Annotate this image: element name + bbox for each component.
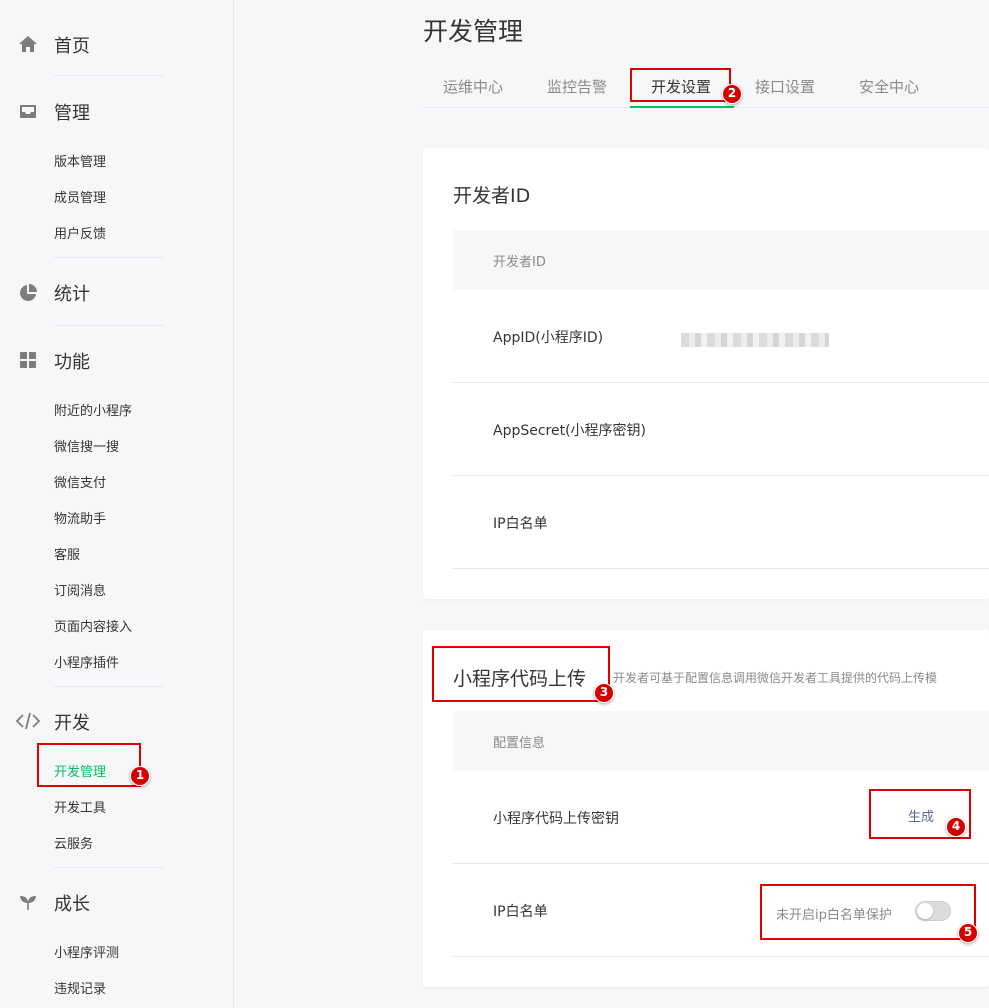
sidebar-item-logistics[interactable]: 物流助手 [54,508,106,527]
code-upload-card: 小程序代码上传 开发者可基于配置信息调用微信开发者工具提供的代码上传模 配置信息… [423,630,989,987]
sidebar-item-dev-tools[interactable]: 开发工具 [54,797,106,816]
inbox-icon [20,105,36,118]
sidebar-item-members[interactable]: 成员管理 [54,187,106,206]
table-row-ip-whitelist: IP白名单 [453,476,989,569]
sidebar-item-pay[interactable]: 微信支付 [54,472,106,491]
sidebar: 首页 管理 版本管理 成员管理 用户反馈 统计 功能 附近的小程序 微信搜一搜 … [0,0,234,1008]
tab-bar: 运维中心 监控告警 开发设置 接口设置 安全中心 [423,64,989,108]
divider [54,686,164,687]
ip-whitelist-toggle[interactable] [915,901,951,921]
developer-id-table-header: 开发者ID [453,230,989,290]
sidebar-item-cloud[interactable]: 云服务 [54,833,93,852]
tab-monitoring[interactable]: 监控告警 [547,76,607,97]
developer-id-header-label: 开发者ID [493,255,546,270]
table-row-upload-key: 小程序代码上传密钥 生成 [453,771,989,864]
code-upload-title: 小程序代码上传 [453,668,587,690]
grid-icon [20,352,36,368]
annotation-badge-1: 1 [130,766,150,786]
sidebar-item-content[interactable]: 页面内容接入 [54,616,132,635]
appsecret-label: AppSecret(小程序密钥) [493,423,647,439]
tab-api-settings[interactable]: 接口设置 [755,76,815,97]
sidebar-item-search[interactable]: 微信搜一搜 [54,436,119,455]
sidebar-item-dev-manage[interactable]: 开发管理 [54,761,106,780]
sidebar-dev-label: 开发 [54,713,90,734]
page-title: 开发管理 [423,17,524,46]
sidebar-item-feedback[interactable]: 用户反馈 [54,223,106,242]
sidebar-item-version[interactable]: 版本管理 [54,151,106,170]
annotation-badge-4: 4 [946,817,966,837]
pie-chart-icon [20,284,37,301]
table-row-appsecret: AppSecret(小程序密钥) [453,383,989,476]
tab-ops-center[interactable]: 运维中心 [443,76,503,97]
divider [54,75,164,76]
developer-id-title: 开发者ID [453,185,531,207]
sidebar-item-service[interactable]: 客服 [54,544,80,563]
sidebar-manage-label: 管理 [54,103,90,124]
divider [54,257,164,258]
divider [54,325,164,326]
home-icon [19,36,37,52]
active-tab-indicator [630,106,734,108]
annotation-badge-5: 5 [958,923,978,943]
table-row-upload-ip-whitelist: IP白名单 未开启ip白名单保护 [453,864,989,957]
table-row-appid: AppID(小程序ID) [453,290,989,383]
sidebar-features-label: 功能 [54,352,90,373]
tab-dev-settings[interactable]: 开发设置 [651,76,711,97]
developer-id-card: 开发者ID 开发者ID AppID(小程序ID) AppSecret(小程序密钥… [423,148,989,599]
sidebar-item-subscribe[interactable]: 订阅消息 [54,580,106,599]
annotation-badge-3: 3 [594,683,614,703]
sidebar-item-nearby[interactable]: 附近的小程序 [54,400,132,419]
config-header-label: 配置信息 [493,736,546,751]
generate-link[interactable]: 生成 [908,806,934,825]
sidebar-item-violations[interactable]: 违规记录 [54,978,106,997]
sidebar-growth-label: 成长 [54,894,90,915]
divider [54,867,164,868]
ip-whitelist-toggle-label: 未开启ip白名单保护 [776,908,892,923]
ip-whitelist-label: IP白名单 [493,516,548,532]
tab-security-center[interactable]: 安全中心 [859,76,919,97]
appid-label: AppID(小程序ID) [493,330,604,346]
appid-value-redacted [681,333,829,347]
sidebar-home-label: 首页 [54,36,90,57]
sprout-icon [20,896,36,910]
sidebar-item-plugins[interactable]: 小程序插件 [54,652,119,671]
sidebar-item-evaluation[interactable]: 小程序评测 [54,942,119,961]
annotation-badge-2: 2 [722,84,742,104]
upload-ip-whitelist-label: IP白名单 [493,904,548,920]
config-table-header: 配置信息 [453,711,989,771]
sidebar-stats-label[interactable]: 统计 [54,280,90,306]
upload-key-label: 小程序代码上传密钥 [493,811,619,827]
code-icon [16,712,40,730]
code-upload-description: 开发者可基于配置信息调用微信开发者工具提供的代码上传模 [613,671,938,685]
